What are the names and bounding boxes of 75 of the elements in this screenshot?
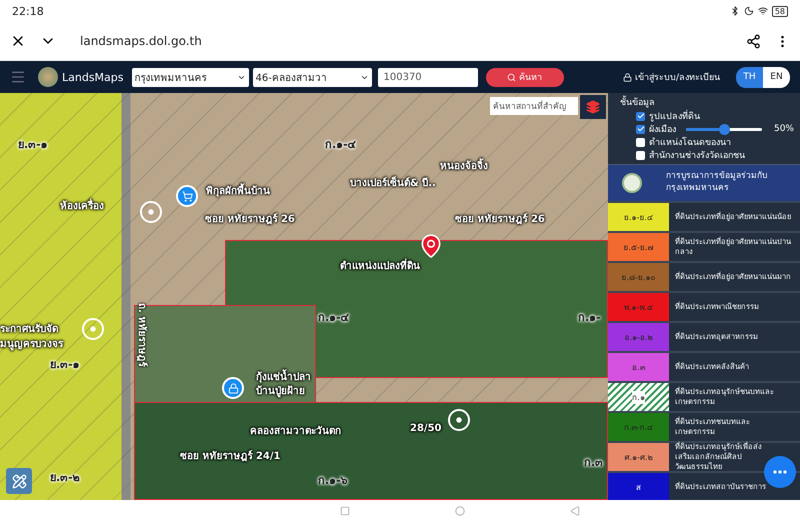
ellipsis-icon (773, 470, 787, 474)
place-label: บ้านปู่ยฝ้าย (256, 384, 305, 398)
parcel-number-field[interactable]: 100370 (378, 68, 478, 86)
url-text[interactable]: landsmaps.dol.go.th (70, 34, 732, 48)
zone-code: ศ.๑-ศ.๒ (624, 452, 652, 464)
brand-name: LandsMaps (62, 70, 124, 84)
place-label: ระกาศนรับจัด (0, 322, 58, 336)
layers-button[interactable] (580, 95, 606, 119)
battery-level: 58 (772, 6, 788, 16)
location-marker-icon[interactable] (82, 318, 104, 340)
bluetooth-icon (730, 6, 740, 16)
map-view[interactable] (0, 93, 608, 500)
menu-icon[interactable] (10, 69, 26, 85)
zone-code: ย.๑-ย.๔ (624, 212, 653, 224)
layer-checkbox[interactable] (636, 124, 645, 134)
opacity-reading: 50% (774, 124, 794, 134)
layers-title: ชั้นข้อมูล (620, 95, 794, 109)
zone-label: ก.๑-๔ (325, 137, 356, 153)
status-time: 22:18 (12, 4, 44, 18)
measure-tool-button[interactable] (6, 468, 32, 494)
layer-label: ผังเมือง (649, 124, 676, 136)
share-icon[interactable] (746, 34, 761, 48)
place-label: ตำแหน่งแปลงที่ดิน (340, 258, 420, 273)
place-search-field[interactable]: ค้นหาสถานที่สำคัญ (490, 97, 578, 115)
emblem-icon (622, 173, 642, 193)
language-tab[interactable]: TH (736, 66, 763, 88)
layer-label: ตำแหน่งโฉนดของนา (649, 136, 731, 149)
layer-label: รูปแปลงที่ดิน (649, 109, 700, 123)
shop-pin-icon[interactable] (176, 185, 198, 207)
layers-icon (586, 100, 600, 114)
district-select[interactable]: 46-คลองสามวา (252, 68, 372, 86)
zone-label: ย.๓-๑ (18, 137, 48, 153)
zone-code: อ.๑-อ.๒ (624, 332, 652, 344)
place-label: หนองจ้อจิ้ง (440, 158, 488, 173)
zone-code: ย.๘-ย.๑๐ (622, 272, 656, 284)
search-icon (507, 72, 516, 82)
pencil-ruler-icon (12, 474, 26, 488)
moon-icon (744, 6, 754, 16)
layer-checkbox[interactable] (636, 150, 645, 160)
zone-code: ส (636, 482, 641, 494)
road-label: ซอย หทัยราษฎร์ 26 (455, 212, 545, 226)
zone-code: ก.๓-ก.๔ (624, 422, 653, 434)
logo-icon[interactable] (38, 67, 58, 87)
road-label: ถ. หทัยราษฎร์ (135, 303, 149, 366)
road-label: ซอย หทัยราษฎร์ 24/1 (180, 449, 280, 463)
location-marker-icon[interactable] (448, 409, 470, 431)
province-select[interactable]: กรุงเทพมหานคร (132, 68, 248, 86)
place-label: คลองสามวาตะวันตก (250, 424, 341, 438)
place-label: 28/50 (410, 423, 442, 434)
language-tab[interactable]: EN (763, 66, 790, 88)
place-label: พิกุลผักพื้นบ้าน (206, 183, 270, 198)
location-marker-icon[interactable] (140, 201, 162, 223)
zone-label: ก.๓ (584, 455, 604, 471)
wifi-icon (758, 6, 768, 16)
zone-label: ก.๑- (578, 310, 601, 326)
zone-code: พ.๑-พ.๕ (624, 302, 653, 314)
search-button[interactable]: ค้นหา (486, 68, 564, 86)
zone-code: อ.๓ (632, 362, 645, 374)
zone-label: ก.๑-๖ (318, 473, 348, 489)
place-label: มนูญครบวงจร (0, 338, 63, 351)
zone-label: ย.๓-๑ (50, 357, 80, 373)
lock-icon (622, 72, 632, 82)
layer-checkbox[interactable] (636, 112, 645, 120)
zone-label: ย.๓-๒ (50, 470, 80, 486)
place-label: ห้องเครื่อง (60, 198, 104, 213)
place-label: บางเปอร์เซ็นต์& บี.. (350, 175, 436, 190)
layer-checkbox[interactable] (636, 138, 645, 146)
zone-code: ย.๕-ย.๗ (624, 242, 654, 254)
road-label: ซอย หทัยราษฎร์ 26 (205, 212, 295, 226)
legend-title: การบูรณาการข้อมูลร่วมกับ กรุงเทพมหานคร (666, 171, 768, 195)
login-link[interactable]: เข้าสู่ระบบ/ลงทะเบียน (616, 69, 726, 85)
place-label: กุ้งแช่น้ำปลา (256, 369, 311, 384)
layer-label: สำนักงานช่างรังวัดเอกชน (649, 150, 745, 162)
zone-code: ก.๑ (632, 390, 645, 404)
zone-label: ก.๑-๔ (318, 310, 349, 326)
